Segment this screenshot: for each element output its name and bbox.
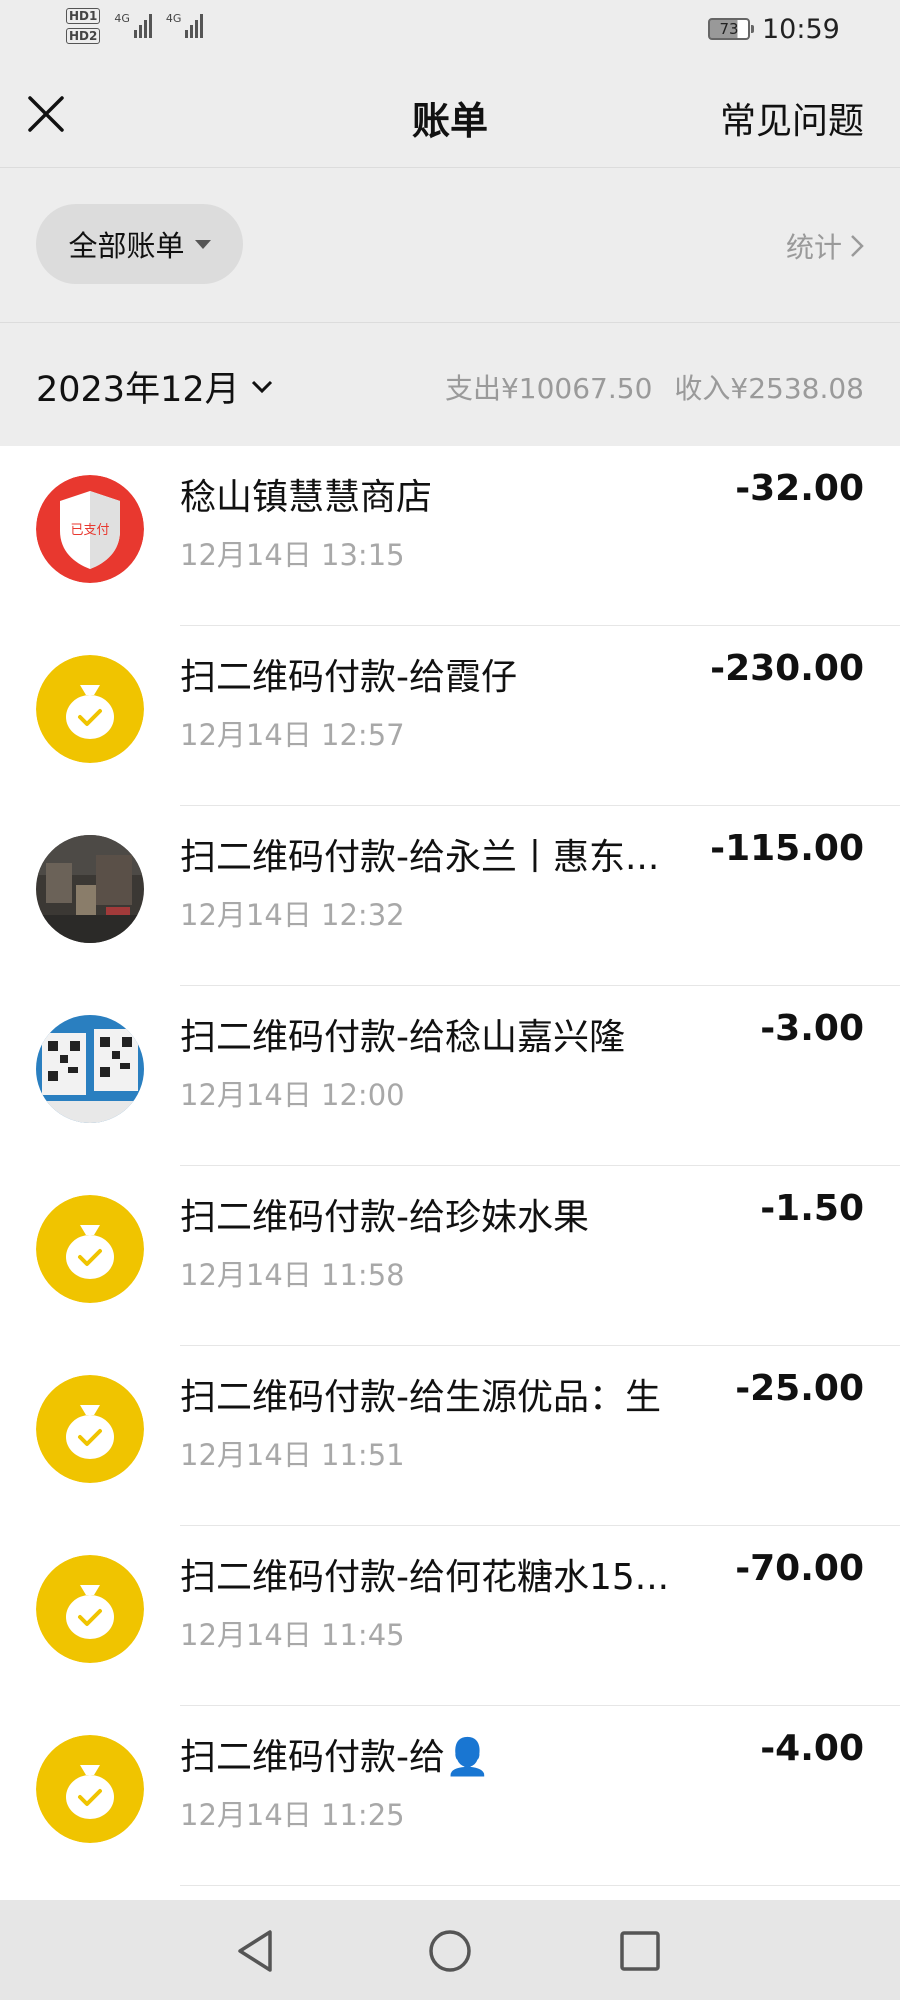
filter-bar: 全部账单 统计 [0, 168, 900, 323]
bill-time: 12月14日 11:45 [180, 1618, 405, 1652]
month-summary: 支出¥10067.50 收入¥2538.08 [445, 367, 864, 407]
bill-item[interactable]: 扫二维码付款-给永兰丨惠东... 12月14日 12:32 -115.00 [0, 806, 900, 986]
statistics-label: 统计 [785, 231, 842, 264]
bill-amount: -115.00 [710, 828, 864, 869]
chevron-down-icon [251, 380, 272, 393]
money-bag-icon [36, 1735, 144, 1843]
bill-name: 扫二维码付款-给稔山嘉兴隆 [180, 1017, 625, 1058]
bill-item[interactable]: 扫二维码付款-给珍妹水果 12月14日 11:58 -1.50 [0, 1166, 900, 1346]
sim1-badge: HD1 [66, 8, 101, 24]
bill-item[interactable]: 已支付 稔山镇慧慧商店 12月14日 13:15 -32.00 [0, 446, 900, 626]
shield-paid-icon: 已支付 [36, 475, 144, 583]
shop-photo [36, 835, 144, 943]
bill-name: 扫二维码付款-给霞仔 [180, 657, 517, 698]
signal-indicators: HD1 HD2 4G 4G [66, 8, 204, 44]
money-bag-icon [36, 1375, 144, 1483]
income-total: 收入¥2538.08 [674, 372, 864, 405]
expense-total: 支出¥10067.50 [444, 372, 653, 405]
bill-amount: -230.00 [710, 648, 864, 689]
home-button[interactable] [425, 1926, 475, 1976]
month-picker[interactable]: 2023年12月 [36, 361, 274, 412]
bill-item[interactable]: 扫二维码付款-给何花糖水15... 12月14日 11:45 -70.00 [0, 1526, 900, 1706]
money-bag-icon [36, 1195, 144, 1303]
home-circle-icon [429, 1930, 471, 1972]
bill-item[interactable]: 扫二维码付款-给稔山嘉兴隆 12月14日 12:00 -3.00 [0, 986, 900, 1166]
caret-down-icon [194, 239, 211, 249]
bill-amount: -32.00 [735, 468, 864, 509]
qr-code-photo [36, 1015, 144, 1123]
bill-amount: -4.00 [760, 1728, 864, 1769]
statistics-link[interactable]: 统计 [786, 226, 864, 266]
bill-time: 12月14日 12:32 [180, 898, 405, 932]
signal-icon: 4G [114, 12, 152, 38]
month-label: 2023年12月 [36, 370, 240, 410]
bill-name: 稔山镇慧慧商店 [180, 477, 433, 518]
filter-label: 全部账单 [68, 229, 185, 263]
bill-time: 12月14日 11:51 [180, 1438, 405, 1472]
status-time: 10:59 [762, 14, 840, 45]
money-bag-icon [36, 655, 144, 763]
divider [180, 1885, 900, 1886]
money-bag-icon [36, 1555, 144, 1663]
bill-time: 12月14日 13:15 [180, 538, 405, 572]
navigation-bar [0, 1900, 900, 2000]
bill-amount: -70.00 [735, 1548, 864, 1589]
signal-icon: 4G [166, 12, 204, 38]
bill-time: 12月14日 12:00 [180, 1078, 405, 1112]
sim2-badge: HD2 [66, 28, 101, 44]
bill-name: 扫二维码付款-给何花糖水15... [180, 1557, 670, 1598]
bill-name: 扫二维码付款-给珍妹水果 [180, 1197, 589, 1238]
chevron-right-icon [851, 235, 864, 257]
shield-text: 已支付 [70, 523, 109, 538]
bill-time: 12月14日 12:57 [180, 718, 405, 752]
bill-name: 扫二维码付款-给生源优品：生 [180, 1377, 661, 1418]
battery-icon: 73 [708, 18, 754, 40]
back-triangle-icon [238, 1930, 272, 1972]
recents-square-icon [620, 1931, 660, 1971]
faq-link[interactable]: 常见问题 [720, 92, 864, 144]
network-type-1: 4G [114, 12, 130, 25]
bill-name: 扫二维码付款-给永兰丨惠东... [180, 837, 660, 878]
network-type-2: 4G [165, 12, 182, 25]
bill-amount: -1.50 [760, 1188, 864, 1229]
bill-amount: -25.00 [735, 1368, 864, 1409]
bill-list: 已支付 稔山镇慧慧商店 12月14日 13:15 -32.00 扫二维码付款-给… [0, 446, 900, 1900]
bill-item[interactable]: 扫二维码付款-给👤 12月14日 11:25 -4.00 [0, 1706, 900, 1886]
status-bar: HD1 HD2 4G 4G 73 10:59 [0, 0, 900, 60]
bill-name: 扫二维码付款-给👤 [180, 1737, 490, 1778]
back-button[interactable] [232, 1926, 282, 1976]
month-bar: 2023年12月 支出¥10067.50 收入¥2538.08 [0, 323, 900, 446]
bill-amount: -3.00 [760, 1008, 864, 1049]
recents-button[interactable] [615, 1926, 665, 1976]
bill-item[interactable]: 扫二维码付款-给生源优品：生 12月14日 11:51 -25.00 [0, 1346, 900, 1526]
title-bar: 账单 常见问题 [0, 60, 900, 168]
bill-time: 12月14日 11:58 [180, 1258, 405, 1292]
bill-item[interactable]: 扫二维码付款-给霞仔 12月14日 12:57 -230.00 [0, 626, 900, 806]
bill-filter-dropdown[interactable]: 全部账单 [36, 204, 243, 284]
bill-time: 12月14日 11:25 [180, 1798, 405, 1832]
